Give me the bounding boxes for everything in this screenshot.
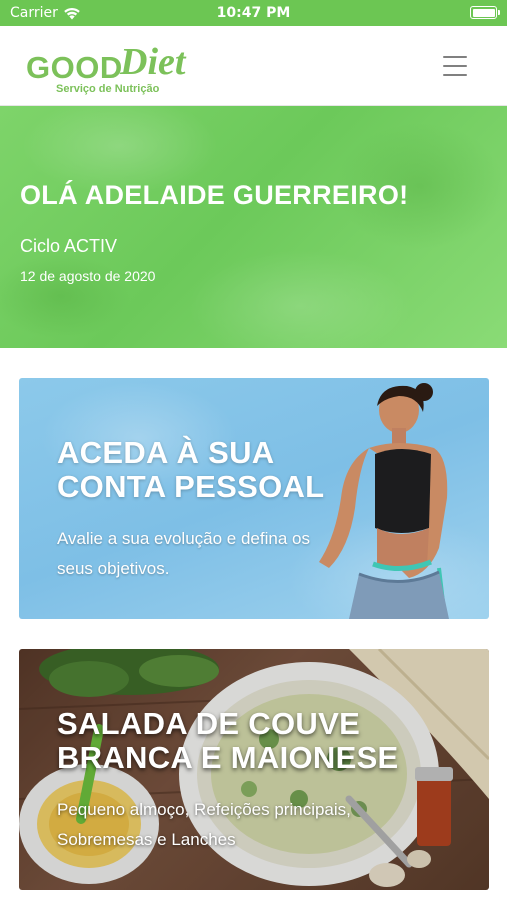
current-date: 12 de agosto de 2020 — [20, 268, 156, 284]
recipe-card-title: SALADA DE COUVE BRANCA E MAIONESE — [57, 706, 399, 775]
logo-tagline: Serviço de Nutrição — [56, 83, 160, 95]
account-card-description: Avalie a sua evolução e defina os seus o… — [57, 529, 310, 578]
plan-name: Ciclo ACTIV — [20, 236, 118, 256]
recipe-card-categories: Pequeno almoço, Refeições principais, So… — [57, 800, 351, 849]
greeting-banner: OLÁ ADELAIDE GUERREIRO! Ciclo ACTIV 12 d… — [0, 106, 507, 348]
status-time: 10:47 PM — [216, 5, 291, 21]
recipe-card[interactable]: SALADA DE COUVE BRANCA E MAIONESE Pequen… — [19, 649, 489, 890]
greeting-title: OLÁ ADELAIDE GUERREIRO! — [20, 180, 409, 210]
app-header: GOOD Diet Serviço de Nutrição — [0, 26, 507, 106]
logo-word-good: GOOD — [26, 50, 123, 85]
personal-account-card[interactable]: ACEDA À SUA CONTA PESSOAL Avalie a sua e… — [19, 378, 489, 619]
battery-icon — [470, 6, 500, 19]
logo-word-diet: Diet — [120, 41, 186, 83]
status-bar: Carrier 10:47 PM — [0, 0, 507, 26]
account-card-title: ACEDA À SUA CONTA PESSOAL — [57, 435, 325, 504]
gooddiet-logo[interactable]: GOOD Diet Serviço de Nutrição — [26, 38, 196, 98]
hamburger-menu-icon[interactable] — [443, 56, 467, 76]
